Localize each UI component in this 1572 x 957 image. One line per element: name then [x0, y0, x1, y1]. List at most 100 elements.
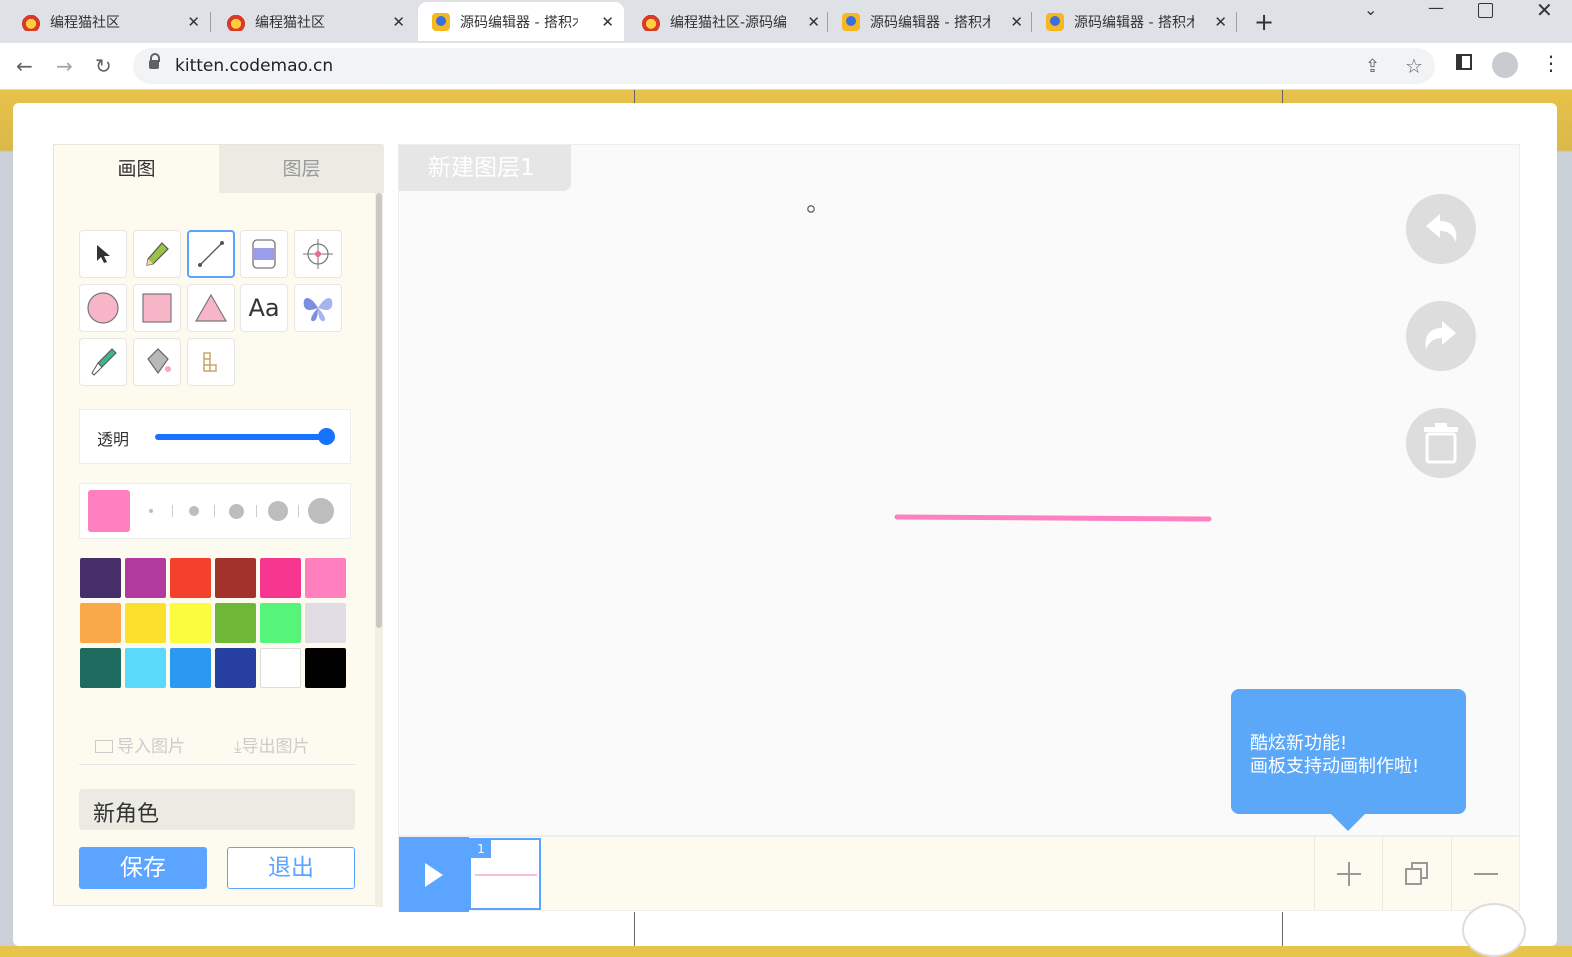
brush-size-3[interactable] [229, 504, 244, 519]
browser-tab[interactable]: 编程猫社区-源码编 ✕ [620, 2, 830, 41]
close-tab-icon[interactable]: ✕ [1214, 13, 1227, 31]
duplicate-frame-button[interactable] [1382, 837, 1451, 910]
color-swatch[interactable] [170, 648, 211, 688]
back-icon[interactable]: ← [16, 54, 33, 78]
rectangle-tool-button[interactable] [133, 284, 181, 332]
color-swatch[interactable] [170, 603, 211, 643]
close-tab-icon[interactable]: ✕ [601, 13, 614, 31]
brush-size-1[interactable] [149, 509, 153, 513]
play-icon [425, 863, 443, 887]
browser-tab[interactable]: 编程猫社区 ✕ [0, 2, 210, 41]
color-swatch[interactable] [305, 603, 346, 643]
eyedropper-icon [91, 348, 117, 376]
drawn-line [894, 514, 1212, 522]
close-tab-icon[interactable]: ✕ [187, 13, 200, 31]
color-swatch[interactable] [260, 648, 301, 688]
clear-canvas-button[interactable] [1406, 408, 1476, 478]
save-button[interactable]: 保存 [79, 847, 207, 889]
center-point-marker [807, 205, 815, 213]
url-text[interactable]: kitten.codemao.cn [175, 56, 333, 76]
color-swatch[interactable] [215, 558, 256, 598]
brush-size-5[interactable] [308, 498, 334, 524]
new-tab-button[interactable]: + [1254, 8, 1274, 36]
browser-tab-active[interactable]: 源码编辑器 - 搭积木 ✕ [418, 2, 624, 41]
close-tab-icon[interactable]: ✕ [392, 13, 405, 31]
side-panel-icon[interactable] [1456, 54, 1472, 70]
color-swatch[interactable] [215, 603, 256, 643]
share-icon[interactable]: ⇪ [1365, 56, 1380, 77]
omnibox[interactable]: kitten.codemao.cn ⇪ ☆ [133, 48, 1435, 84]
scrollbar-thumb[interactable] [376, 193, 382, 628]
rectangle-shape-icon [142, 293, 172, 323]
color-swatch[interactable] [125, 558, 166, 598]
tab-layers[interactable]: 图层 [219, 145, 384, 193]
tab-draw[interactable]: 画图 [54, 145, 219, 193]
import-image-button[interactable]: 导入图片 [95, 732, 185, 757]
color-swatch[interactable] [80, 648, 121, 688]
center-point-tool-button[interactable] [294, 230, 342, 278]
sprite-name-field[interactable]: 新角色 [79, 789, 355, 830]
color-swatch[interactable] [170, 558, 211, 598]
color-swatch[interactable] [305, 648, 346, 688]
text-tool-button[interactable]: Aa [240, 284, 288, 332]
color-swatch[interactable] [215, 648, 256, 688]
codemao-cat-icon [227, 12, 245, 31]
add-frame-button[interactable] [1314, 837, 1383, 910]
reload-icon[interactable]: ↻ [95, 54, 112, 78]
current-color-swatch[interactable] [88, 490, 130, 532]
redo-button[interactable] [1406, 301, 1476, 371]
minimize-icon[interactable]: — [1428, 0, 1444, 17]
divider [634, 912, 635, 946]
plus-icon [1337, 861, 1361, 886]
download-icon: ⤓ [234, 737, 242, 757]
redo-icon [1425, 321, 1456, 349]
color-swatch[interactable] [260, 603, 301, 643]
eyedropper-tool-button[interactable] [79, 338, 127, 386]
close-window-icon[interactable]: ✕ [1536, 0, 1553, 22]
brush-size-2[interactable] [189, 506, 199, 516]
profile-avatar-icon[interactable] [1492, 52, 1518, 78]
tab-search-icon[interactable]: ⌄ [1364, 0, 1377, 19]
opacity-slider-handle[interactable] [318, 428, 335, 445]
animation-timeline: 1 [398, 836, 1520, 912]
circle-tool-button[interactable] [79, 284, 127, 332]
close-tab-icon[interactable]: ✕ [807, 13, 820, 31]
select-tool-button[interactable] [79, 230, 127, 278]
frame-thumbnail[interactable]: 1 [469, 838, 541, 910]
export-image-button[interactable]: ⤓导出图片 [234, 732, 310, 757]
source-editor-icon [842, 12, 860, 31]
lock-icon[interactable] [149, 53, 160, 69]
triangle-tool-button[interactable] [187, 284, 235, 332]
close-tab-icon[interactable]: ✕ [1010, 13, 1023, 31]
play-button[interactable] [399, 837, 469, 912]
menu-kebab-icon[interactable]: ⋮ [1541, 51, 1561, 75]
forward-icon[interactable]: → [56, 54, 73, 78]
fill-tool-button[interactable] [133, 338, 181, 386]
undo-button[interactable] [1406, 194, 1476, 264]
pencil-tool-button[interactable] [133, 230, 181, 278]
panel-scrollbar[interactable] [375, 193, 383, 907]
exit-button[interactable]: 退出 [227, 847, 355, 889]
stamp-tool-button[interactable] [294, 284, 342, 332]
browser-tab[interactable]: 源码编辑器 - 搭积木 ✕ [826, 2, 1033, 41]
brush-size-4[interactable] [268, 501, 288, 521]
maximize-icon[interactable] [1478, 3, 1493, 18]
opacity-slider[interactable] [155, 428, 335, 445]
line-tool-button[interactable] [187, 230, 235, 278]
minus-icon [1474, 872, 1498, 875]
mascot-avatar-icon[interactable] [1462, 903, 1526, 957]
eraser-tool-button[interactable] [240, 230, 288, 278]
browser-tab[interactable]: 源码编辑器 - 搭积木 ✕ [1030, 2, 1237, 41]
color-swatch[interactable] [80, 603, 121, 643]
color-swatch[interactable] [305, 558, 346, 598]
delete-frame-button[interactable] [1451, 837, 1520, 910]
color-swatch[interactable] [260, 558, 301, 598]
block-tool-button[interactable] [187, 338, 235, 386]
color-swatch[interactable] [80, 558, 121, 598]
browser-tab[interactable]: 编程猫社区 ✕ [205, 2, 415, 41]
eraser-icon [252, 239, 276, 269]
color-swatch[interactable] [125, 648, 166, 688]
cursor-arrow-icon [97, 245, 110, 263]
bookmark-star-icon[interactable]: ☆ [1405, 54, 1423, 78]
color-swatch[interactable] [125, 603, 166, 643]
